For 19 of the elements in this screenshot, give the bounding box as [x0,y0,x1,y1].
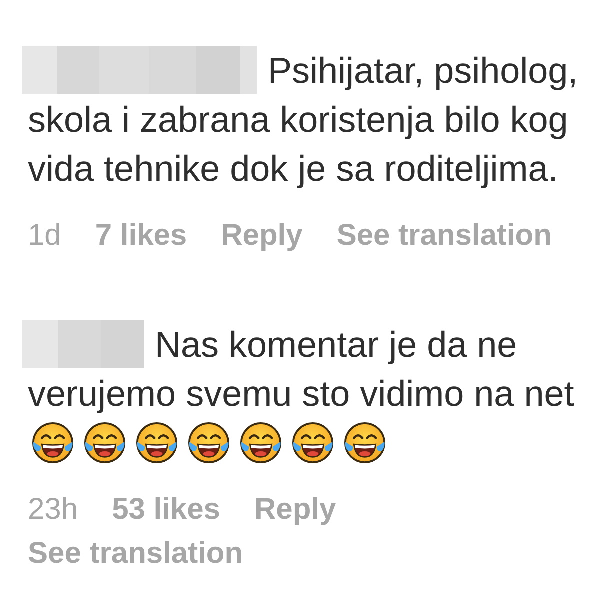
likes-link[interactable]: 7 likes [95,212,188,258]
comment-time: 23h [28,492,78,528]
see-translation-link[interactable]: See translation [28,530,244,576]
comment-text: skola i zabrana koristenja bilo kog vida tehnike dok je sa roditeljima. [28,98,570,191]
comment-text: Nas komentar je da ne [155,324,518,365]
tears-of-joy-emoji-icon [292,422,334,464]
comment-text: Psihijatar, psiholog, [268,50,578,91]
tears-of-joy-emoji-icon [84,422,126,464]
comment-time: 1d [28,218,62,254]
comment-text: verujemo svemu sto vidimo na net [28,372,576,416]
tears-of-joy-emoji-icon [240,422,282,464]
reply-link[interactable]: Reply [221,212,303,258]
likes-link[interactable]: 53 likes [112,486,220,532]
tears-of-joy-emoji-icon [32,422,74,464]
tears-of-joy-emoji-icon [344,422,386,464]
tears-of-joy-emoji-icon [188,422,230,464]
reply-link[interactable]: Reply [254,486,336,532]
tears-of-joy-emoji-icon [136,422,178,464]
see-translation-link[interactable]: See translation [336,212,552,258]
